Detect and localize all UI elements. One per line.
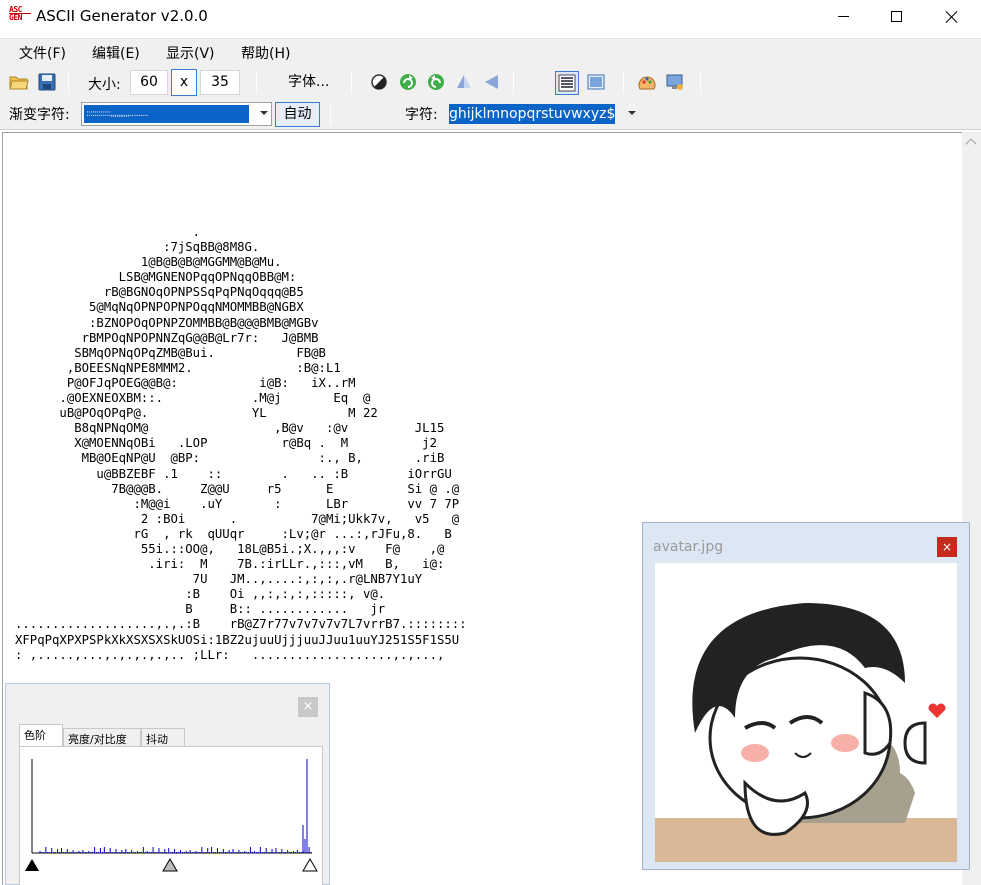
app-logo-icon: ASC GEN (9, 6, 31, 28)
toolbar-separator (256, 72, 257, 94)
close-icon (945, 10, 959, 24)
levels-panel: × 色阶 亮度/对比度 抖动 (5, 683, 330, 885)
black-point-slider[interactable] (25, 859, 39, 871)
tab-dither[interactable]: 抖动 (141, 728, 185, 748)
tab-brightness-contrast[interactable]: 亮度/对比度 (63, 728, 141, 748)
auto-button[interactable]: 自动 (275, 102, 320, 127)
height-input[interactable]: 35 (200, 70, 240, 95)
minimize-button[interactable] (820, 0, 866, 33)
text-view-button[interactable] (555, 71, 579, 95)
rotate-right-icon[interactable] (398, 72, 418, 92)
toolbar-separator (351, 72, 352, 94)
toolbar-separator (700, 72, 701, 94)
title-bar: ASC GEN ASCII Generator v2.0.0 (0, 0, 981, 33)
color-palette-icon[interactable] (637, 72, 657, 92)
menu-edit[interactable]: 编辑(E) (90, 43, 142, 63)
maximize-icon (890, 11, 902, 22)
width-input[interactable]: 60 (130, 70, 168, 95)
white-point-slider[interactable] (302, 858, 318, 872)
image-preview-window[interactable]: avatar.jpg × (642, 522, 970, 870)
font-button[interactable]: 字体... (288, 71, 329, 91)
text-lines-icon (558, 74, 576, 92)
open-folder-icon[interactable] (9, 72, 29, 92)
toolbar-separator (68, 72, 69, 94)
chevron-down-icon (628, 111, 636, 115)
lock-ratio-button[interactable]: x (171, 69, 197, 96)
window-title: ASCII Generator v2.0.0 (36, 7, 208, 25)
histogram (19, 746, 323, 885)
menu-view[interactable]: 显示(V) (164, 43, 217, 63)
menu-help[interactable]: 帮助(H) (239, 43, 292, 63)
ascii-art-text: . :7jSqBB@8M8G. 1@B@B@B@MGGMM@B@Mu. LSB@… (15, 225, 467, 662)
toolbar-separator (623, 72, 624, 94)
image-view-icon[interactable] (586, 72, 606, 92)
scroll-up-icon[interactable] (965, 138, 977, 150)
flip-vertical-icon[interactable] (482, 72, 502, 92)
close-button[interactable] (929, 0, 975, 33)
toolbar-separator (330, 103, 331, 125)
menu-bar: 文件(F) 编辑(E) 显示(V) 帮助(H) (0, 38, 981, 66)
chars-value: ghijklmnopqrstuvwxyz$ (449, 104, 615, 124)
maximize-button[interactable] (873, 0, 919, 33)
close-panel-button[interactable]: × (298, 697, 318, 717)
preview-title: avatar.jpg (653, 539, 724, 555)
minimize-icon (837, 16, 849, 17)
character-toolbar: 渐变字符: ::::::::::::,,,,,,,,,,.......... 自… (0, 100, 981, 130)
cartoon-boy-illustration (655, 603, 957, 862)
chars-label: 字符: (405, 107, 438, 123)
ramp-value: ::::::::::::,,,,,,,,,,.......... (84, 105, 249, 123)
ramp-select[interactable]: ::::::::::::,,,,,,,,,,.......... (81, 102, 272, 126)
save-icon[interactable] (37, 72, 57, 92)
preview-close-button[interactable]: × (937, 537, 957, 557)
menu-file[interactable]: 文件(F) (17, 43, 68, 63)
size-label: 大小: (88, 77, 121, 93)
tab-levels[interactable]: 色阶 (19, 724, 63, 748)
invert-icon[interactable] (369, 72, 389, 92)
chars-select[interactable]: ghijklmnopqrstuvwxyz$ (447, 102, 644, 126)
main-toolbar: 大小: 60 x 35 字体... (0, 66, 981, 100)
flip-horizontal-icon[interactable] (454, 72, 474, 92)
ramp-label: 渐变字符: (9, 107, 70, 123)
midpoint-slider[interactable] (162, 858, 178, 872)
rotate-left-icon[interactable] (426, 72, 446, 92)
toolbar-separator (513, 72, 514, 94)
avatar-image (655, 563, 957, 862)
chevron-down-icon (260, 111, 268, 115)
histogram-graph (25, 759, 318, 872)
monitor-icon[interactable] (665, 72, 685, 92)
